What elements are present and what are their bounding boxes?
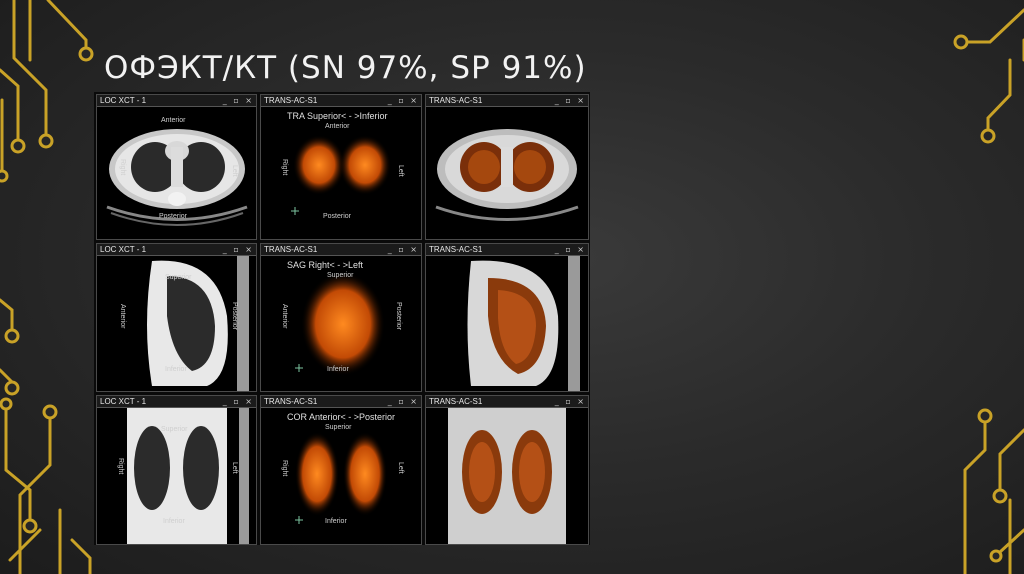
label-right: Left	[231, 165, 238, 177]
fused-image	[426, 107, 588, 239]
view-title: COR Anterior< - >Posterior	[287, 412, 396, 422]
panel-spect-coronal[interactable]: TRANS-AC-S1 _ ▫ × COR Anterior< - >Poste…	[260, 395, 422, 545]
label-left: Right	[281, 159, 288, 176]
label-right: Left	[231, 462, 238, 474]
label-top: Superior	[161, 426, 188, 433]
label-top: Superior	[327, 272, 354, 279]
panel-spect-sagittal[interactable]: TRANS-AC-S1 _ ▫ × SAG Right< - >Left Sup…	[260, 243, 422, 392]
label-bottom: Posterior	[159, 213, 188, 220]
label-bottom: Inferior	[163, 518, 185, 525]
label-top: Anterior	[161, 117, 186, 124]
label-right: Posterior	[395, 302, 402, 331]
label-left: Right	[117, 458, 124, 475]
panel-ct-transverse[interactable]: LOC XCT - 1 _ ▫ × Anterior Posterior Rig…	[96, 94, 257, 240]
label-bottom: Inferior	[327, 366, 349, 373]
fused-image	[426, 408, 588, 544]
view-title: TRA Superior< - >Inferior	[287, 111, 388, 121]
panel-fused-transverse[interactable]: TRANS-AC-S1 _ ▫ ×	[425, 94, 589, 240]
label-top: Anterior	[325, 123, 350, 130]
spect-ct-viewer-grid: LOC XCT - 1 _ ▫ × Anterior Posterior Rig…	[94, 92, 590, 545]
label-bottom: Inferior	[325, 518, 347, 525]
label-top: Superior	[165, 274, 192, 281]
label-left: Right	[119, 159, 126, 176]
panel-fused-coronal[interactable]: TRANS-AC-S1 _ ▫ ×	[425, 395, 589, 545]
view-title: SAG Right< - >Left	[287, 260, 364, 270]
label-right: Left	[397, 462, 404, 474]
fused-image	[426, 256, 588, 391]
label-left: Anterior	[119, 304, 126, 329]
window-controls[interactable]: _ ▫ ×	[388, 396, 419, 407]
label-bottom: Posterior	[323, 213, 352, 220]
window-controls[interactable]: _ ▫ ×	[388, 95, 419, 106]
window-controls[interactable]: _ ▫ ×	[223, 396, 254, 407]
window-controls[interactable]: _ ▫ ×	[223, 244, 254, 255]
window-controls[interactable]: _ ▫ ×	[555, 396, 586, 407]
label-top: Superior	[325, 424, 352, 431]
window-controls[interactable]: _ ▫ ×	[223, 95, 254, 106]
label-right: Posterior	[231, 302, 238, 331]
panel-ct-coronal[interactable]: LOC XCT - 1 _ ▫ × Superior Inferior Righ…	[96, 395, 257, 545]
label-bottom: Inferior	[165, 366, 187, 373]
slide-title: ОФЭКТ/КТ (SN 97%, SP 91%)	[104, 50, 587, 86]
label-right: Left	[397, 165, 404, 177]
window-controls[interactable]: _ ▫ ×	[555, 244, 586, 255]
window-controls[interactable]: _ ▫ ×	[388, 244, 419, 255]
window-controls[interactable]: _ ▫ ×	[555, 95, 586, 106]
panel-ct-sagittal[interactable]: LOC XCT - 1 _ ▫ × Superior Inferior Ante…	[96, 243, 257, 392]
panel-spect-transverse[interactable]: TRANS-AC-S1 _ ▫ × TRA Superior< - >Infer…	[260, 94, 422, 240]
label-left: Anterior	[281, 304, 288, 329]
panel-fused-sagittal[interactable]: TRANS-AC-S1 _ ▫ ×	[425, 243, 589, 392]
label-left: Right	[281, 460, 288, 477]
